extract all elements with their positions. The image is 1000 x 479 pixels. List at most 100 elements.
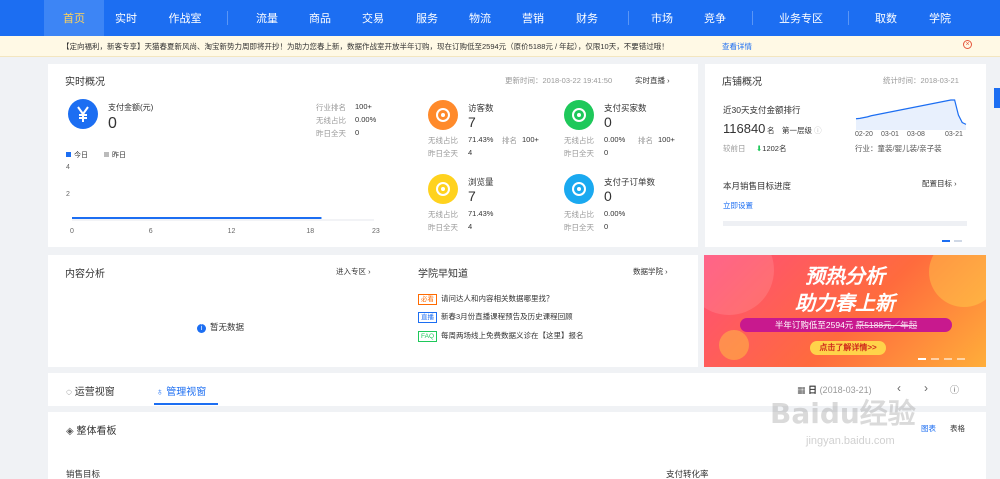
tab-management[interactable]: ♁ 管理视窗 <box>156 383 206 398</box>
metric-rank-value: 100+ <box>522 135 539 144</box>
nav-business-zone[interactable]: 业务专区 <box>771 0 831 36</box>
nav-logistics[interactable]: 物流 <box>450 0 510 36</box>
nav-market[interactable]: 市场 <box>632 0 692 36</box>
next-arrow-icon[interactable]: › <box>924 381 928 395</box>
metric-r1-value: 71.43% <box>468 209 494 218</box>
metric-rank-label: 排名 <box>638 136 653 145</box>
notice-detail-link[interactable]: 查看详情 <box>722 41 752 52</box>
wireless-value: 0.00% <box>355 115 377 124</box>
metric-r2-label: 昨日全天 <box>428 223 458 232</box>
metric-r2-value: 4 <box>468 148 473 157</box>
metric-r1-label: 无线占比 <box>428 136 458 145</box>
live-link[interactable]: 实时直播 › <box>635 75 670 86</box>
nav-finance[interactable]: 财务 <box>557 0 617 36</box>
promo-banner[interactable]: 预热分析 助力春上新 半年订购低至2594元 原5188元／年起 点击了解详情>… <box>704 255 986 367</box>
empty-state: i 暂无数据 <box>197 321 244 333</box>
nav-competition[interactable]: 竞争 <box>685 0 745 36</box>
metric-value: 7 <box>468 114 476 130</box>
carousel-dot-active[interactable] <box>942 240 950 242</box>
side-tab[interactable] <box>994 88 1000 108</box>
wireless-label: 无线占比 <box>316 116 346 125</box>
shield-icon: ◌ <box>66 387 72 398</box>
metric-r2-label: 昨日全天 <box>564 149 594 158</box>
x-tick-label: 0 <box>70 228 74 235</box>
metric-r1-label: 无线占比 <box>564 210 594 219</box>
users-icon <box>564 100 594 130</box>
nav-realtime[interactable]: 实时 <box>96 0 156 36</box>
target-title: 本月销售目标进度 <box>723 181 792 191</box>
store-industry: 行业：童装/婴儿装/亲子装 <box>855 144 942 153</box>
nav-marketing[interactable]: 营销 <box>503 0 563 36</box>
rank-value: 100+ <box>355 102 372 111</box>
y-tick-label: 4 <box>66 164 70 171</box>
metric-name: 支付买家数 <box>604 103 647 113</box>
metric-r2-value: 0 <box>604 222 609 231</box>
view-table-toggle[interactable]: 表格 <box>950 423 965 434</box>
realtime-title: 实时概况 <box>65 77 105 88</box>
store-tick-0: 02-20 <box>855 131 873 138</box>
order-icon <box>564 174 594 204</box>
update-time: 更新时间：2018-03-22 19:41:50 <box>505 76 613 85</box>
metric-r1-label: 无线占比 <box>564 136 594 145</box>
top-nav: 首页 实时 作战室 流量 商品 交易 服务 物流 营销 财务 市场 竞争 业务专… <box>0 0 1000 36</box>
config-target-link[interactable]: 配置目标 › <box>922 178 957 189</box>
tab-operations[interactable]: ◌ 运营视窗 <box>66 383 115 398</box>
academy-item-0[interactable]: 必看 请问达人和内容相关数据哪里找？ <box>418 293 554 305</box>
metric-rank-label: 排名 <box>502 136 517 145</box>
store-tick-3: 03-21 <box>945 131 963 138</box>
enter-zone-link[interactable]: 进入专区 › <box>336 266 371 277</box>
data-academy-link[interactable]: 数据学院 › <box>633 266 668 277</box>
content-panel: 内容分析 进入专区 › i 暂无数据 学院早知道 数据学院 › 必看 请问达人和内容… <box>48 255 698 367</box>
nav-service[interactable]: 服务 <box>397 0 457 36</box>
pay-amount-label: 支付金额(元) <box>108 103 154 112</box>
compare-label: 较前日 <box>723 144 746 153</box>
metric-r1-value: 0.00% <box>604 135 626 144</box>
metric-r2-label: 昨日全天 <box>564 223 594 232</box>
yesterday-label: 昨日全天 <box>316 129 346 138</box>
notice-text: 【定向福利，新客专享】天猫春夏新风尚、淘宝新势力周即将开抄！为助力您春上新，数据… <box>62 42 669 51</box>
store-tier: 第一层级 ⓘ <box>782 126 822 135</box>
banner-detail-button[interactable]: 点击了解详情>> <box>810 341 886 355</box>
nav-data-fetch[interactable]: 取数 <box>856 0 916 36</box>
info-circle-icon[interactable]: ⓘ <box>950 383 959 396</box>
x-tick-label: 6 <box>149 228 153 235</box>
metric-value: 0 <box>604 188 612 204</box>
academy-item-1[interactable]: 直播 新春3月份直播课程预告及历史课程回顾 <box>418 311 573 323</box>
nav-war-room[interactable]: 作战室 <box>155 0 215 36</box>
store-title: 店铺概况 <box>722 77 762 88</box>
carousel-dot[interactable] <box>954 240 962 242</box>
legend-today: 今日 <box>66 150 88 160</box>
watermark-logo: Baidu经验 <box>770 397 916 430</box>
notice-bar: 【定向福利，新客专享】天猫春夏新风尚、淘宝新势力周即将开抄！为助力您春上新，数据… <box>0 36 1000 57</box>
target-progress-track <box>723 221 967 226</box>
academy-item-2[interactable]: FAQ 每周两场线上免费数据义诊在【这里】报名 <box>418 330 584 342</box>
store-rank-title: 近30天支付金额排行 <box>723 105 801 115</box>
conversion-label: 支付转化率 <box>666 469 709 479</box>
metric-r2-value: 0 <box>604 148 609 157</box>
close-icon[interactable]: × <box>963 40 972 49</box>
realtime-line-chart: 4 2 0 6 12 18 23 <box>66 164 380 235</box>
metric-value: 0 <box>604 114 612 130</box>
watermark-url: jingyan.baidu.com <box>806 435 895 447</box>
yesterday-value: 0 <box>355 128 360 137</box>
x-tick-label: 23 <box>372 228 380 235</box>
nav-home[interactable]: 首页 <box>44 0 104 36</box>
nav-academy[interactable]: 学院 <box>910 0 970 36</box>
yen-icon <box>68 99 98 129</box>
sales-target-label: 销售目标 <box>66 469 101 479</box>
store-rank-value: 116840 <box>723 121 766 136</box>
view-chart-toggle[interactable]: 图表 <box>921 423 936 434</box>
nav-products[interactable]: 商品 <box>290 0 350 36</box>
academy-title: 学院早知道 <box>418 269 468 280</box>
target-setup-link[interactable]: 立即设置 <box>723 200 753 211</box>
metric-r1-label: 无线占比 <box>428 210 458 219</box>
rank-label: 行业排名 <box>316 103 346 112</box>
store-tick-2: 03-08 <box>907 131 925 138</box>
nav-trade[interactable]: 交易 <box>343 0 403 36</box>
metric-rank-value: 100+ <box>658 135 675 144</box>
content-title: 内容分析 <box>65 269 105 280</box>
layers-icon: ◈ <box>66 426 74 437</box>
nav-traffic[interactable]: 流量 <box>237 0 297 36</box>
legend-yesterday: 昨日 <box>104 150 126 160</box>
footprint-icon <box>428 100 458 130</box>
